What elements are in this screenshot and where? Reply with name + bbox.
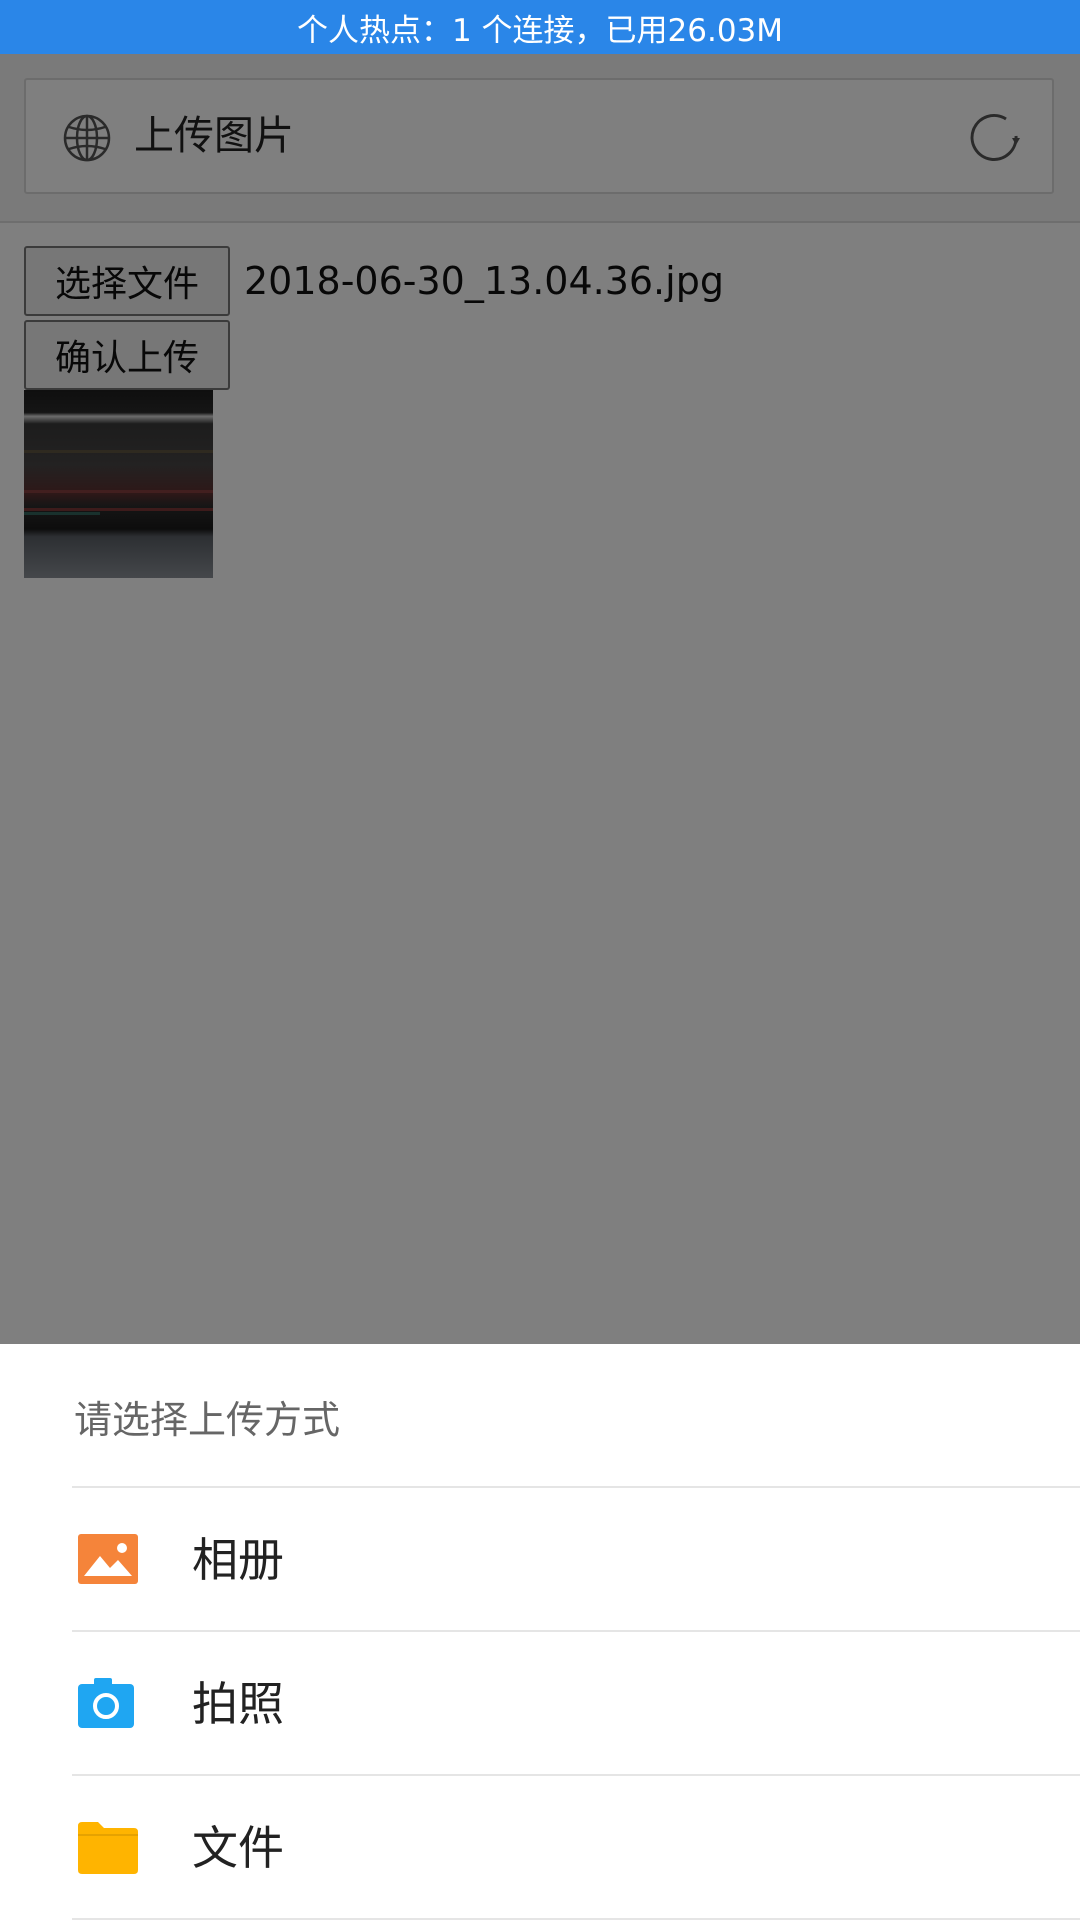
option-gallery[interactable]: 相册 xyxy=(0,1488,1080,1630)
folder-icon xyxy=(78,1822,138,1874)
camera-icon xyxy=(78,1678,134,1728)
option-label: 相册 xyxy=(192,1533,284,1587)
option-file[interactable]: 文件 xyxy=(0,1776,1080,1918)
sheet-title: 请选择上传方式 xyxy=(74,1398,341,1442)
status-bar-text: 个人热点：1 个连接，已用26.03M xyxy=(296,12,784,49)
upload-method-sheet: 请选择上传方式 相册 拍照 文件 xyxy=(0,1344,1080,1920)
dim-overlay[interactable] xyxy=(0,54,1080,1344)
option-camera[interactable]: 拍照 xyxy=(0,1632,1080,1774)
status-bar: 个人热点：1 个连接，已用26.03M xyxy=(0,0,1080,54)
option-label: 拍照 xyxy=(192,1677,284,1731)
option-label: 文件 xyxy=(192,1821,284,1875)
gallery-icon xyxy=(78,1534,138,1584)
